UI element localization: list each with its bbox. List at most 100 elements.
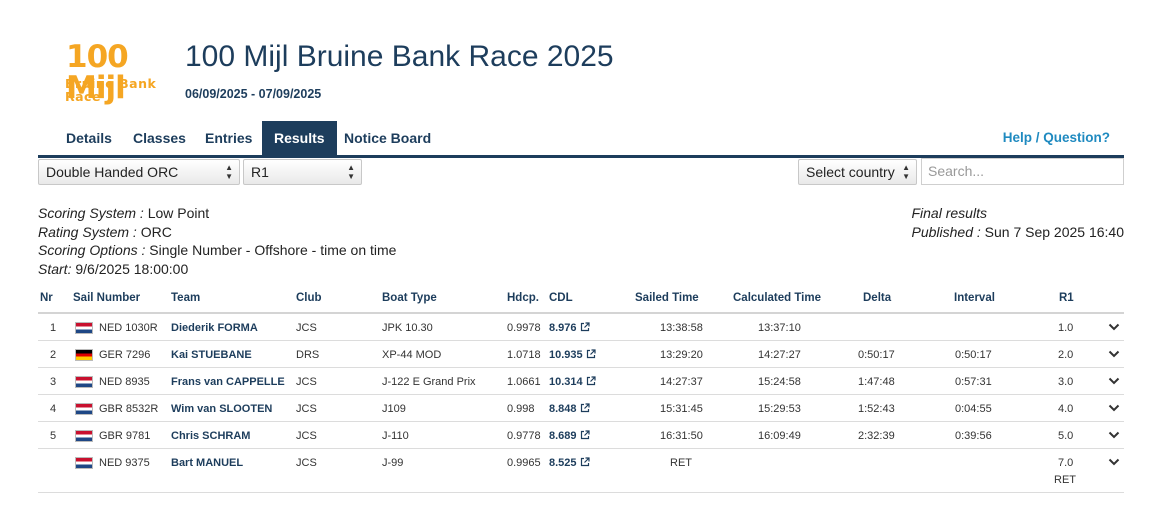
chevron-down-icon[interactable] xyxy=(1108,376,1120,386)
race-select[interactable]: R1 ▲ ▼ xyxy=(243,159,362,185)
cell-delta: 2:32:39 xyxy=(858,430,895,442)
chevron-down-icon[interactable] xyxy=(1108,457,1120,467)
select-arrows-icon: ▲ ▼ xyxy=(225,163,233,181)
rating-system-value: ORC xyxy=(140,223,172,240)
class-select-value: Double Handed ORC xyxy=(46,164,179,180)
scoring-info: Scoring System : Low Point Rating System… xyxy=(38,204,396,278)
chevron-down-icon[interactable] xyxy=(1108,322,1120,332)
col-cdl[interactable]: CDL xyxy=(549,292,573,304)
chevron-down-icon[interactable] xyxy=(1108,430,1120,440)
cell-team[interactable]: Wim van SLOOTEN xyxy=(171,402,272,416)
cell-team[interactable]: Bart MANUEL xyxy=(171,456,243,470)
col-calculated-time[interactable]: Calculated Time xyxy=(733,292,821,304)
col-delta[interactable]: Delta xyxy=(863,292,891,304)
tab-entries[interactable]: Entries xyxy=(193,121,264,155)
chevron-down-icon[interactable] xyxy=(1108,349,1120,359)
col-club[interactable]: Club xyxy=(296,292,322,304)
cell-r1: 2.0 xyxy=(1058,349,1074,361)
col-sailed-time[interactable]: Sailed Time xyxy=(635,292,699,304)
cell-delta: 1:52:43 xyxy=(858,403,895,415)
cell-interval: 0:04:55 xyxy=(955,403,992,415)
cell-club: JCS xyxy=(296,322,317,334)
event-logo: 100 Mijl Bruine Bank Race xyxy=(62,42,178,104)
tab-classes[interactable]: Classes xyxy=(121,121,198,155)
cell-club: JCS xyxy=(296,376,317,388)
cell-nr: 4 xyxy=(50,403,57,415)
flag-netherlands-icon xyxy=(75,403,93,415)
chevron-down-icon[interactable] xyxy=(1108,403,1120,413)
race-select-value: R1 xyxy=(251,164,269,180)
cell-boat-type: J-110 xyxy=(382,430,409,442)
table-row[interactable]: 2 GER 7296 Kai STUEBANE DRS XP-44 MOD 1.… xyxy=(38,341,1124,368)
event-dates: 06/09/2025 - 07/09/2025 xyxy=(185,87,322,101)
col-nr[interactable]: Nr xyxy=(40,292,53,304)
cdl-value: 8.848 xyxy=(549,403,577,415)
published-line: Published : Sun 7 Sep 2025 16:40 xyxy=(911,223,1124,242)
col-hdcp[interactable]: Hdcp. xyxy=(507,292,539,304)
external-link-icon xyxy=(580,322,590,332)
cdl-value: 8.525 xyxy=(549,457,577,469)
results-table-header: Nr Sail Number Team Club Boat Type Hdcp.… xyxy=(38,290,1124,314)
cell-sail-number: NED 8935 xyxy=(99,376,150,388)
cell-club: DRS xyxy=(296,349,320,361)
tab-results[interactable]: Results xyxy=(262,121,337,155)
cell-team[interactable]: Frans van CAPPELLE xyxy=(171,375,285,389)
cell-interval: 0:39:56 xyxy=(955,430,992,442)
cdl-value: 10.935 xyxy=(549,349,583,361)
cell-boat-type: J-122 E Grand Prix xyxy=(382,376,476,388)
cell-r1-note: RET xyxy=(1054,474,1076,486)
cell-club: JCS xyxy=(296,403,317,415)
cell-cdl-link[interactable]: 8.976 xyxy=(549,321,590,335)
cdl-value: 8.689 xyxy=(549,430,577,442)
class-select[interactable]: Double Handed ORC ▲ ▼ xyxy=(38,159,240,185)
cell-nr: 1 xyxy=(50,322,57,334)
cell-sailed-time: RET xyxy=(670,457,692,469)
table-row[interactable]: 1 NED 1030R Diederik FORMA JCS JPK 10.30… xyxy=(38,314,1124,341)
cell-cdl-link[interactable]: 8.689 xyxy=(549,429,590,443)
cell-team[interactable]: Diederik FORMA xyxy=(171,321,258,335)
cell-sailed-time: 15:31:45 xyxy=(660,403,703,415)
scoring-system-label: Scoring System : xyxy=(38,205,144,221)
col-sail-number[interactable]: Sail Number xyxy=(73,292,140,304)
col-interval[interactable]: Interval xyxy=(954,292,995,304)
cell-sail-number: NED 9375 xyxy=(99,457,150,469)
scoring-system-value: Low Point xyxy=(147,205,210,221)
flag-netherlands-icon xyxy=(75,457,93,469)
cell-sail-number: GER 7296 xyxy=(99,349,151,361)
cell-cdl-link[interactable]: 8.848 xyxy=(549,402,590,416)
external-link-icon xyxy=(586,376,596,386)
cell-calculated-time: 15:29:53 xyxy=(758,403,801,415)
col-r1[interactable]: R1 xyxy=(1059,292,1074,304)
cell-sail-number: GBR 8532R xyxy=(99,403,159,415)
table-row[interactable]: NED 9375 Bart MANUEL JCS J-99 0.9965 8.5… xyxy=(38,449,1124,493)
country-select-value: Select country xyxy=(806,164,895,180)
cell-cdl-link[interactable]: 10.935 xyxy=(549,348,596,362)
scoring-options-value: Single Number - Offshore - time on time xyxy=(149,242,397,258)
nav-tabs: Details Classes Entries Results Notice B… xyxy=(38,121,1124,158)
search-input[interactable]: Search... xyxy=(921,158,1124,185)
tab-details[interactable]: Details xyxy=(54,121,124,155)
cell-boat-type: J109 xyxy=(382,403,406,415)
cell-calculated-time: 13:37:10 xyxy=(758,322,801,334)
external-link-icon xyxy=(586,349,596,359)
tab-notice-board[interactable]: Notice Board xyxy=(332,121,443,155)
cell-cdl-link[interactable]: 8.525 xyxy=(549,456,590,470)
table-row[interactable]: 4 GBR 8532R Wim van SLOOTEN JCS J109 0.9… xyxy=(38,395,1124,422)
cell-team[interactable]: Kai STUEBANE xyxy=(171,348,252,362)
cell-cdl-link[interactable]: 10.314 xyxy=(549,375,596,389)
select-arrows-icon: ▲ ▼ xyxy=(902,163,910,181)
cell-nr: 5 xyxy=(50,430,57,442)
col-team[interactable]: Team xyxy=(171,292,200,304)
table-row[interactable]: 3 NED 8935 Frans van CAPPELLE JCS J-122 … xyxy=(38,368,1124,395)
cell-team[interactable]: Chris SCHRAM xyxy=(171,429,250,443)
flag-netherlands-icon xyxy=(75,322,93,334)
country-select[interactable]: Select country ▲ ▼ xyxy=(798,159,917,185)
cell-hdcp: 0.9965 xyxy=(507,457,541,469)
cell-delta: 0:50:17 xyxy=(858,349,895,361)
cell-hdcp: 1.0661 xyxy=(507,376,541,388)
table-row[interactable]: 5 GBR 9781 Chris SCHRAM JCS J-110 0.9778… xyxy=(38,422,1124,449)
cell-sail-number: GBR 9781 xyxy=(99,430,151,442)
col-boat-type[interactable]: Boat Type xyxy=(382,292,437,304)
cell-r1: 5.0 xyxy=(1058,430,1074,442)
help-question-link[interactable]: Help / Question? xyxy=(1003,121,1110,155)
